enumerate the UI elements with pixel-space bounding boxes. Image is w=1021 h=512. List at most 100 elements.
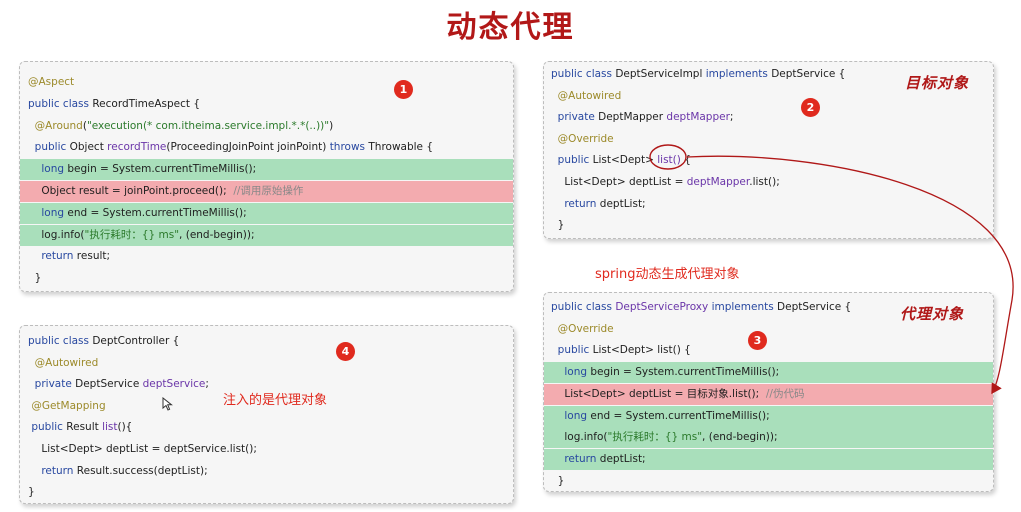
code-token: } xyxy=(28,486,35,499)
code-token: List<Dept> deptList = 目标对象.list(); xyxy=(551,387,766,400)
code-token: { xyxy=(680,154,691,167)
impl-step-badge: 2 xyxy=(801,98,820,117)
proxy-code-line: long end = System.currentTimeMillis(); xyxy=(544,405,993,427)
code-token: long xyxy=(28,163,68,176)
code-token: private xyxy=(551,111,599,124)
code-token: Result.success(deptList); xyxy=(76,464,208,477)
aspect-code-panel: @Aspect public class RecordTimeAspect { @… xyxy=(19,61,514,292)
aspect-code-line: log.info("执行耗时：{} ms", (end-begin)); xyxy=(20,224,513,246)
controller-code-line: public Result list(){ xyxy=(20,417,513,438)
proxy-step-badge: 3 xyxy=(748,331,767,350)
aspect-code-line: long begin = System.currentTimeMillis(); xyxy=(20,159,513,181)
code-token: @GetMapping xyxy=(28,399,106,412)
code-token: List<Dept> deptList = xyxy=(551,176,687,188)
code-token: list xyxy=(102,421,118,434)
code-token: log.info( xyxy=(551,431,608,444)
proxy-code-line: long begin = System.currentTimeMillis(); xyxy=(544,362,993,384)
target-object-label: 目标对象 xyxy=(905,74,970,92)
aspect-code-line: long end = System.currentTimeMillis(); xyxy=(20,202,513,224)
aspect-code-line: public class RecordTimeAspect { xyxy=(20,94,513,115)
code-token: @Around xyxy=(28,119,83,132)
controller-code-line: List<Dept> deptList = deptService.list()… xyxy=(20,439,513,460)
code-token: DeptController { xyxy=(92,335,180,347)
code-token: return xyxy=(551,197,600,210)
code-token: long xyxy=(551,409,591,422)
code-token: end = System.currentTimeMillis(); xyxy=(67,206,247,219)
impl-code-line: @Override xyxy=(544,129,993,150)
proxy-code-line: return deptList; xyxy=(544,448,993,470)
controller-code-line: @Autowired xyxy=(20,353,513,374)
code-token: .list(); xyxy=(749,176,780,188)
code-token: //调用原始操作 xyxy=(233,185,304,197)
code-token: Object xyxy=(69,141,108,154)
aspect-code-line: @Around("execution(* com.itheima.service… xyxy=(20,116,513,137)
code-token: deptMapper xyxy=(666,111,730,124)
code-token: public class xyxy=(28,335,93,347)
code-token: result; xyxy=(76,250,111,263)
code-token: @Override xyxy=(551,322,614,335)
code-token: , (end-begin)); xyxy=(179,228,255,241)
code-token: "执行耗时：{} ms" xyxy=(607,431,703,444)
code-token: List<Dept> list() { xyxy=(592,344,691,357)
impl-code-line: public List<Dept> list() { xyxy=(544,150,993,171)
proxy-code-panel: public class DeptServiceProxy implements… xyxy=(543,292,994,492)
code-token: public class xyxy=(551,68,616,80)
code-token: public xyxy=(551,154,593,167)
code-token: deptList; xyxy=(599,452,646,465)
code-token: deptService xyxy=(142,378,206,391)
aspect-code-line: Object result = joinPoint.proceed(); //调… xyxy=(20,181,513,202)
code-token: "execution(* com.itheima.service.impl.*.… xyxy=(86,119,330,132)
code-token: @Aspect xyxy=(28,76,75,88)
code-token: List<Dept> deptList = deptService.list()… xyxy=(28,443,257,455)
code-token: } xyxy=(551,474,565,487)
code-token: Throwable { xyxy=(368,141,434,154)
code-token: } xyxy=(551,219,565,232)
impl-code-panel: public class DeptServiceImpl implements … xyxy=(543,61,994,239)
code-token: @Autowired xyxy=(551,89,622,102)
code-token: DeptService { xyxy=(771,68,846,80)
controller-code-line: } xyxy=(20,482,513,503)
code-token: Object result = joinPoint.proceed(); xyxy=(28,185,234,197)
controller-code-line: public class DeptController { xyxy=(20,331,513,352)
aspect-code-line: @Aspect xyxy=(20,72,513,93)
code-token: recordTime xyxy=(107,141,167,154)
impl-code-line: private DeptMapper deptMapper; xyxy=(544,107,993,128)
controller-code-line: return Result.success(deptList); xyxy=(20,461,513,482)
code-token: return xyxy=(551,452,600,465)
code-token: (){ xyxy=(117,421,133,434)
impl-code-line: List<Dept> deptList = deptMapper.list(); xyxy=(544,172,993,193)
code-token: "执行耗时：{} ms" xyxy=(84,228,180,241)
code-token: List<Dept> xyxy=(592,154,658,167)
code-token: Result xyxy=(66,421,103,434)
code-token: begin = System.currentTimeMillis(); xyxy=(67,163,257,176)
code-token: deptList; xyxy=(599,197,646,210)
code-token: ; xyxy=(729,111,734,124)
aspect-code-line: return result; xyxy=(20,246,513,267)
code-token: deptMapper xyxy=(686,176,750,188)
code-token: public xyxy=(28,421,67,434)
proxy-injected-note: 注入的是代理对象 xyxy=(223,393,328,408)
page-title: 动态代理 xyxy=(446,10,575,45)
code-token: @Override xyxy=(551,132,614,145)
code-token: @Autowired xyxy=(28,356,99,369)
proxy-code-line: public List<Dept> list() { xyxy=(544,340,993,361)
code-token: return xyxy=(28,250,77,263)
code-token: , (end-begin)); xyxy=(702,431,778,444)
aspect-code-line: public Object recordTime(ProceedingJoinP… xyxy=(20,137,513,158)
impl-code-line: } xyxy=(544,215,993,236)
code-token: public class xyxy=(551,301,616,313)
aspect-step-badge: 1 xyxy=(394,80,413,99)
code-token: throws xyxy=(329,141,369,154)
aspect-code-line: } xyxy=(20,268,513,289)
code-token: public xyxy=(551,344,593,357)
code-token: ; xyxy=(205,378,209,391)
code-token: DeptService { xyxy=(777,301,852,313)
code-token: end = System.currentTimeMillis(); xyxy=(590,409,770,422)
code-token: //伪代码 xyxy=(765,387,805,400)
impl-code-line: return deptList; xyxy=(544,194,993,215)
code-token: DeptMapper xyxy=(598,111,667,124)
code-token: DeptService xyxy=(75,378,143,391)
code-token: long xyxy=(28,206,68,219)
proxy-code-line: } xyxy=(544,471,993,492)
code-token: (ProceedingJoinPoint joinPoint) xyxy=(166,141,330,154)
